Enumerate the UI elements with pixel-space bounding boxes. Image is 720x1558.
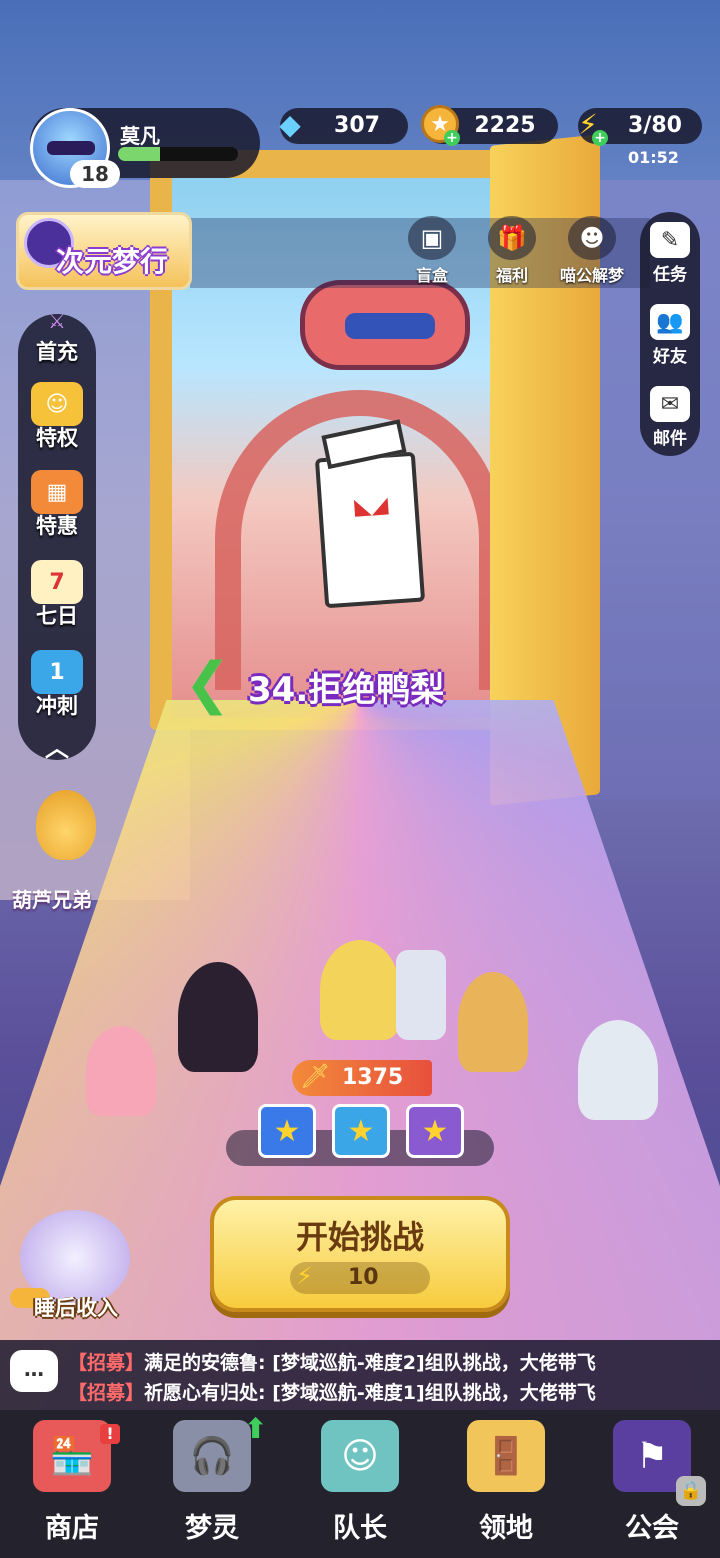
mail-label: 邮件 <box>653 429 687 449</box>
friends-icon: 👥 <box>650 304 690 340</box>
chat-tag: 【招募】 <box>68 1352 145 1374</box>
cat-dream-button[interactable]: ☻ 喵公解梦 <box>552 216 632 288</box>
chat-line-2: 【招募】祈愿心有归处: [梦域巡航-难度1]组队挑战，大佬带飞 <box>68 1378 596 1405</box>
upgrade-arrow-icon: ⬆ <box>244 1412 268 1445</box>
sprint-button[interactable]: 1 冲刺 <box>18 650 96 720</box>
tasks-label: 任务 <box>653 265 687 285</box>
stage-title: 34.拒绝鸭梨 <box>248 670 445 710</box>
start-challenge-label: 开始挑战 <box>295 1218 424 1256</box>
nav-spirit-label: 梦灵 <box>185 1513 239 1544</box>
cat-icon: ☻ <box>568 216 616 260</box>
reward-chest-1[interactable]: ★ <box>258 1104 316 1158</box>
sleep-income-label: 睡后收入 <box>34 1296 118 1320</box>
collapse-chevron-icon[interactable]: ︿ <box>40 728 74 762</box>
nav-territory-label: 领地 <box>479 1513 533 1544</box>
nav-shop-label: 商店 <box>45 1513 99 1544</box>
gourd-brothers-label: 葫芦兄弟 <box>12 888 92 912</box>
gift-icon: 🎁 <box>488 216 536 260</box>
previous-stage-arrow-icon[interactable]: ❮ <box>184 656 231 716</box>
nav-captain[interactable]: ☺ 队长 <box>288 1420 432 1545</box>
blindbox-icon: ▣ <box>408 216 456 260</box>
reward-chest-2[interactable]: ★ <box>332 1104 390 1158</box>
first-recharge-button[interactable]: ⚔ 首充 <box>18 308 96 366</box>
add-coins-icon[interactable]: + <box>444 130 460 146</box>
sword-icon: 🗡 <box>300 1062 331 1090</box>
sprint-label: 冲刺 <box>36 694 78 718</box>
team-hero-visor[interactable] <box>578 1020 658 1120</box>
lock-icon: 🔒 <box>676 1476 706 1506</box>
chat-text: 祈愿心有归处: [梦域巡航-难度1]组队挑战，大佬带飞 <box>144 1382 596 1404</box>
energy-value: 3/80 <box>628 113 682 138</box>
first-recharge-label: 首充 <box>36 340 78 364</box>
gem-icon: ◆ <box>279 107 301 141</box>
privilege-label: 特权 <box>36 426 78 450</box>
gourd-brothers-button[interactable] <box>18 790 114 880</box>
energy-cost-value: 10 <box>348 1265 379 1290</box>
deal-icon: ▦ <box>31 470 83 514</box>
chat-line-1: 【招募】满足的安德鲁: [梦域巡航-难度2]组队挑战，大佬带飞 <box>68 1348 596 1375</box>
xp-bar <box>118 147 238 161</box>
deal-button[interactable]: ▦ 特惠 <box>18 470 96 540</box>
reward-chest-3[interactable]: ★ <box>406 1104 464 1158</box>
tasks-button[interactable]: ✎ 任务 <box>640 222 700 285</box>
territory-icon: 🚪 <box>467 1420 545 1492</box>
team-hero-swordswoman[interactable] <box>178 962 258 1072</box>
calendar-icon: 7 <box>31 560 83 604</box>
nav-guild-label: 公会 <box>625 1513 679 1544</box>
sprint-icon: 1 <box>31 650 83 694</box>
nav-captain-label: 队长 <box>333 1513 387 1544</box>
gamepad-creature <box>300 280 470 370</box>
cat-dream-label: 喵公解梦 <box>559 266 624 285</box>
gem-value: 307 <box>334 113 380 138</box>
privilege-icon: ☺ <box>31 382 83 426</box>
deal-label: 特惠 <box>36 514 78 538</box>
team-hero-bard[interactable] <box>458 972 528 1072</box>
chat-text: 满足的安德鲁: [梦域巡航-难度2]组队挑战，大佬带飞 <box>144 1352 596 1374</box>
nav-territory[interactable]: 🚪 领地 <box>434 1420 578 1545</box>
blindbox-label: 盲盒 <box>415 266 448 285</box>
friends-button[interactable]: 👥 好友 <box>640 304 700 367</box>
add-energy-icon[interactable]: + <box>592 130 608 146</box>
energy-cost-icon: ⚡ <box>296 1262 313 1290</box>
team-hero-nurse[interactable] <box>86 1026 156 1116</box>
task-icon: ✎ <box>650 222 690 258</box>
friends-label: 好友 <box>653 347 687 367</box>
chat-bubble-icon[interactable]: … <box>10 1350 58 1392</box>
stage-boss[interactable]: ◣◢ <box>314 419 426 609</box>
team-hero-captain[interactable] <box>320 940 400 1040</box>
gourd-icon <box>36 790 96 860</box>
player-level: 18 <box>70 160 120 188</box>
event-label: 次元梦行 <box>56 245 169 278</box>
welfare-label: 福利 <box>495 266 528 285</box>
shop-alert-badge: ! <box>100 1424 120 1444</box>
seven-day-button[interactable]: 7 七日 <box>18 560 96 630</box>
seven-day-label: 七日 <box>36 604 78 628</box>
nav-shop[interactable]: 🏪 商店 <box>0 1420 144 1545</box>
player-name: 莫凡 <box>120 124 160 148</box>
first-recharge-icon: ⚔ <box>48 309 66 333</box>
mail-button[interactable]: ✉ 邮件 <box>640 386 700 449</box>
captain-icon: ☺ <box>321 1420 399 1492</box>
chat-tag: 【招募】 <box>68 1382 145 1404</box>
blindbox-button[interactable]: ▣ 盲盒 <box>392 216 472 288</box>
team-hero-shield <box>396 950 446 1040</box>
privilege-button[interactable]: ☺ 特权 <box>18 382 96 452</box>
welfare-button[interactable]: 🎁 福利 <box>472 216 552 288</box>
energy-timer: 01:52 <box>628 148 679 167</box>
mail-icon: ✉ <box>650 386 690 422</box>
spirit-icon: 🎧 <box>173 1420 251 1492</box>
